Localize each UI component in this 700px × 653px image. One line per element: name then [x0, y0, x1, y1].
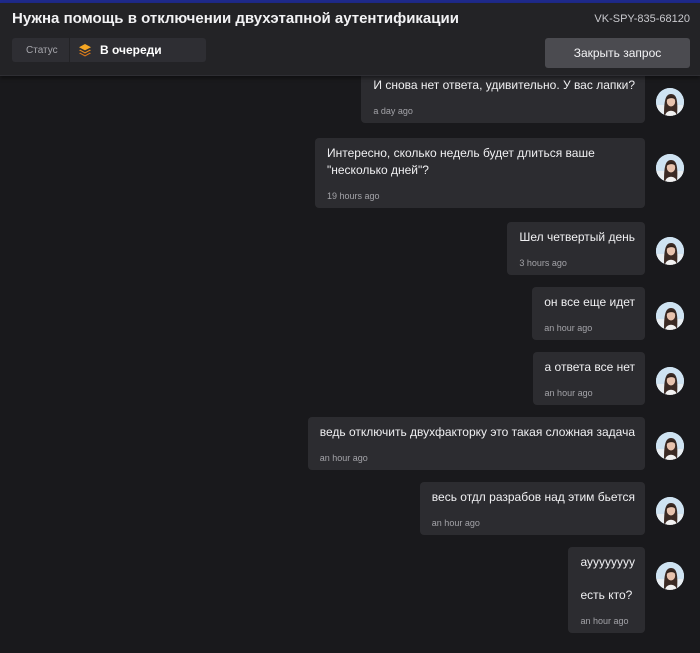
message-bubble: Шел четвертый день 3 hours ago — [507, 222, 645, 275]
page-title: Нужна помощь в отключении двухэтапной ау… — [12, 10, 459, 27]
message-timestamp: an hour ago — [580, 616, 629, 626]
layers-icon — [78, 43, 92, 57]
message-timestamp: 3 hours ago — [519, 258, 567, 268]
message-timestamp: a day ago — [373, 106, 413, 116]
message-text: а ответа все нет — [544, 360, 635, 374]
message-timestamp: an hour ago — [431, 518, 480, 528]
message-text: Шел четвертый день — [519, 230, 635, 244]
message-text: он все еще идет — [544, 295, 635, 309]
message-text: И снова нет ответа, удивительно. У вас л… — [373, 78, 635, 92]
status-value: В очереди — [100, 43, 162, 57]
message-text: ауууууууу — [580, 555, 635, 569]
message-text: ведь отключить двухфакторку это такая сл… — [319, 425, 635, 439]
avatar — [656, 432, 684, 460]
message-timestamp: 19 hours ago — [327, 191, 380, 201]
message-bubble: И снова нет ответа, удивительно. У вас л… — [361, 76, 645, 123]
avatar — [656, 237, 684, 265]
ticket-header: Нужна помощь в отключении двухэтапной ау… — [0, 3, 700, 76]
status-field: Статус В очереди — [12, 38, 206, 62]
message-timestamp: an hour ago — [544, 323, 593, 333]
avatar — [656, 302, 684, 330]
status-label: Статус — [12, 38, 70, 62]
message-bubble: Интересно, сколько недель будет длиться … — [315, 138, 645, 208]
ticket-id: VK-SPY-835-68120 — [594, 13, 690, 25]
message-text: есть кто? — [580, 588, 633, 602]
message-bubble: ауууууууу есть кто? an hour ago — [568, 547, 645, 633]
message-timestamp: an hour ago — [319, 453, 368, 463]
avatar — [656, 154, 684, 182]
message-bubble: весь отдл разрабов над этим бьется an hou… — [419, 482, 645, 535]
close-request-button[interactable]: Закрыть запрос — [545, 38, 690, 68]
message-text: Интересно, сколько недель будет длиться … — [327, 146, 595, 177]
message-list[interactable]: И снова нет ответа, удивительно. У вас л… — [0, 76, 700, 653]
message-text: весь отдл разрабов над этим бьется — [431, 490, 635, 504]
avatar — [656, 88, 684, 116]
message-bubble: ведь отключить двухфакторку это такая сл… — [307, 417, 645, 470]
avatar — [656, 497, 684, 525]
message-bubble: он все еще идет an hour ago — [532, 287, 645, 340]
message-timestamp: an hour ago — [544, 388, 593, 398]
avatar — [656, 367, 684, 395]
avatar — [656, 562, 684, 590]
message-bubble: а ответа все нет an hour ago — [532, 352, 645, 405]
